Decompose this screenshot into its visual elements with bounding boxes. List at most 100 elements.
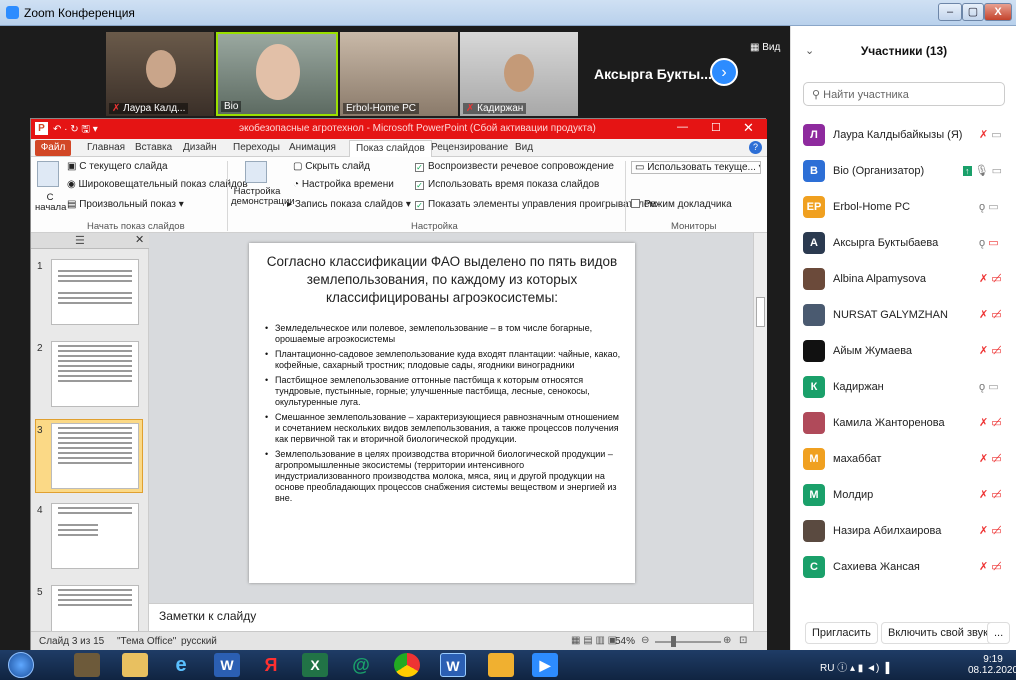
- rehearse-button[interactable]: ◔ Настройка времени: [293, 179, 394, 190]
- participant-row[interactable]: К Кадиржан ǫ ▭: [791, 370, 1016, 406]
- tab-review[interactable]: Рецензирование: [431, 142, 508, 153]
- participant-row[interactable]: M Молдир ✗ ▭̸: [791, 478, 1016, 514]
- maximize-button[interactable]: ▢: [962, 3, 984, 21]
- record-button[interactable]: ▸ Запись показа слайдов ▾: [287, 199, 411, 210]
- setup-show-button[interactable]: Настройка демонстрации: [231, 187, 295, 207]
- custom-show-button[interactable]: ▤ Произвольный показ ▾: [67, 199, 184, 210]
- participant-status-icons[interactable]: ✗ ▭: [979, 128, 1002, 141]
- chrome-icon[interactable]: [394, 653, 420, 677]
- zoom-in-icon[interactable]: ⊕: [723, 635, 731, 646]
- tab-transitions[interactable]: Переходы: [233, 142, 280, 153]
- participant-status-icons[interactable]: ǫ ▭: [979, 200, 999, 213]
- ppt-minimize-button[interactable]: —: [677, 121, 688, 133]
- vertical-scrollbar[interactable]: [753, 233, 767, 631]
- participant-status-icons[interactable]: ✗ ▭̸: [979, 488, 1002, 501]
- slide-thumbnails-pane: ☰ ✕ 1 2 3 4 5: [31, 233, 149, 651]
- timings-checkbox[interactable]: ✓ Использовать время показа слайдов: [415, 179, 599, 190]
- slide-thumbnail-selected[interactable]: [51, 423, 139, 489]
- participant-status-icons[interactable]: ↑ 🎙 ▭: [963, 164, 1002, 177]
- participant-status-icons[interactable]: ✗ ▭̸: [979, 452, 1002, 465]
- zoom-slider-thumb[interactable]: [671, 636, 676, 647]
- participant-row[interactable]: Камила Жанторенова ✗ ▭̸: [791, 406, 1016, 442]
- participant-status-icons[interactable]: ✗ ▭̸: [979, 272, 1002, 285]
- participant-row[interactable]: EP Erbol-Home PC ǫ ▭: [791, 190, 1016, 226]
- tab-view[interactable]: Вид: [515, 142, 533, 153]
- view-button[interactable]: ▦ Вид: [750, 42, 780, 53]
- ppt-close-button[interactable]: ✕: [743, 120, 754, 136]
- slide-icon: ▣: [67, 161, 80, 172]
- slide-thumbnail[interactable]: [51, 341, 139, 407]
- video-tile[interactable]: Erbol-Home PC: [340, 32, 458, 116]
- fit-window-icon[interactable]: ⊡: [739, 635, 747, 646]
- yandex-icon[interactable]: Я: [258, 653, 284, 677]
- tab-file[interactable]: Файл: [35, 140, 71, 156]
- participant-row[interactable]: A Аксырга Буктыбаева ǫ ▭: [791, 226, 1016, 262]
- start-button[interactable]: [8, 652, 34, 678]
- broadcast-button[interactable]: ◉ Широковещательный показ слайдов: [67, 179, 248, 190]
- participant-row[interactable]: NURSAT GALYMZHAN ✗ ▭̸: [791, 298, 1016, 334]
- participant-status-icons[interactable]: ✗ ▭̸: [979, 308, 1002, 321]
- participant-status-icons[interactable]: ✗ ▭̸: [979, 344, 1002, 357]
- tab-design[interactable]: Дизайн: [183, 142, 217, 153]
- participant-status-icons[interactable]: ǫ ▭: [979, 236, 999, 249]
- slide[interactable]: Согласно классификации ФАО выделено по п…: [249, 243, 635, 583]
- scroll-thumb[interactable]: [756, 297, 765, 327]
- participant-status-icons[interactable]: ✗ ▭̸: [979, 560, 1002, 573]
- muted-mic-icon: ✗: [466, 103, 478, 114]
- video-tile[interactable]: ✗ Кадиржан: [460, 32, 578, 116]
- help-icon[interactable]: ?: [749, 141, 762, 154]
- participant-status-icons[interactable]: ✗ ▭̸: [979, 416, 1002, 429]
- word-icon[interactable]: W: [214, 653, 240, 677]
- participant-row[interactable]: Назира Абилхаирова ✗ ▭̸: [791, 514, 1016, 550]
- unmute-button[interactable]: Включить свой звук: [881, 622, 995, 644]
- participant-search-input[interactable]: ⚲ Найти участника: [803, 82, 1005, 106]
- participant-status-icons[interactable]: ǫ ▭: [979, 380, 999, 393]
- zoom-taskbar-icon[interactable]: ▶: [532, 653, 558, 677]
- hide-slide-button[interactable]: ▢ Скрыть слайд: [293, 161, 370, 172]
- folder-icon[interactable]: [488, 653, 514, 677]
- zoom-slider[interactable]: [655, 641, 721, 643]
- ie-icon[interactable]: e: [168, 653, 194, 677]
- excel-icon[interactable]: X: [302, 653, 328, 677]
- next-page-button[interactable]: ›: [710, 58, 738, 86]
- controls-checkbox[interactable]: ✓ Показать элементы управления проигрыват…: [415, 199, 656, 210]
- video-tile[interactable]: ✗ Лаура Калд...: [106, 32, 214, 116]
- word-active-icon[interactable]: W: [440, 653, 466, 677]
- participant-row[interactable]: Albina Alpamysova ✗ ▭̸: [791, 262, 1016, 298]
- mail-icon[interactable]: @: [348, 653, 374, 677]
- outline-icon[interactable]: ☰: [75, 234, 85, 247]
- participant-row[interactable]: Л Лаура Калдыбайкызы (Я) ✗ ▭: [791, 118, 1016, 154]
- participant-row[interactable]: Ммахаббат ✗ ▭̸: [791, 442, 1016, 478]
- tab-insert[interactable]: Вставка: [135, 142, 172, 153]
- video-tile-active[interactable]: Bio: [216, 32, 338, 116]
- tab-animation[interactable]: Анимация: [289, 142, 336, 153]
- presenter-view-checkbox[interactable]: Режим докладчика: [631, 199, 732, 210]
- monitor-select[interactable]: ▭ Использовать текуще... ▾: [631, 161, 761, 174]
- from-start-button[interactable]: С начала: [35, 193, 66, 213]
- minimize-button[interactable]: –: [938, 3, 962, 21]
- participant-status-icons[interactable]: ✗ ▭̸: [979, 524, 1002, 537]
- notes-pane[interactable]: Заметки к слайду: [149, 603, 753, 631]
- zoom-out-icon[interactable]: ⊖: [641, 635, 649, 646]
- slide-thumbnail[interactable]: [51, 503, 139, 569]
- from-current-button[interactable]: ▣ С текущего слайда: [67, 161, 168, 172]
- clock[interactable]: 9:19 08.12.2020: [968, 654, 1016, 676]
- tab-home[interactable]: Главная: [87, 142, 125, 153]
- view-mode-icons[interactable]: ▦ ▤ ▥ ▣: [571, 635, 617, 646]
- system-tray[interactable]: RU ⓘ ▴ ▮ ◄) ▐: [820, 659, 889, 674]
- close-button[interactable]: X: [984, 3, 1012, 21]
- ppt-maximize-button[interactable]: ☐: [711, 121, 721, 134]
- more-button[interactable]: ...: [987, 622, 1011, 644]
- participant-row[interactable]: B Bio (Организатор) ↑ 🎙 ▭: [791, 154, 1016, 190]
- avatar: [803, 304, 825, 326]
- quick-access-icons[interactable]: ↶ · ↻ 🖫 ▾: [53, 122, 98, 139]
- participant-row[interactable]: С Сахиева Жансая ✗ ▭̸: [791, 550, 1016, 586]
- participant-row[interactable]: Айым Жумаева ✗ ▭̸: [791, 334, 1016, 370]
- taskbar-app-icon[interactable]: [74, 653, 100, 677]
- tab-slideshow[interactable]: Показ слайдов: [349, 140, 432, 158]
- close-pane-icon[interactable]: ✕: [135, 233, 144, 246]
- explorer-icon[interactable]: [122, 653, 148, 677]
- narration-checkbox[interactable]: ✓ Воспроизвести речевое сопровождение: [415, 161, 614, 172]
- slide-thumbnail[interactable]: [51, 259, 139, 325]
- invite-button[interactable]: Пригласить: [805, 622, 878, 644]
